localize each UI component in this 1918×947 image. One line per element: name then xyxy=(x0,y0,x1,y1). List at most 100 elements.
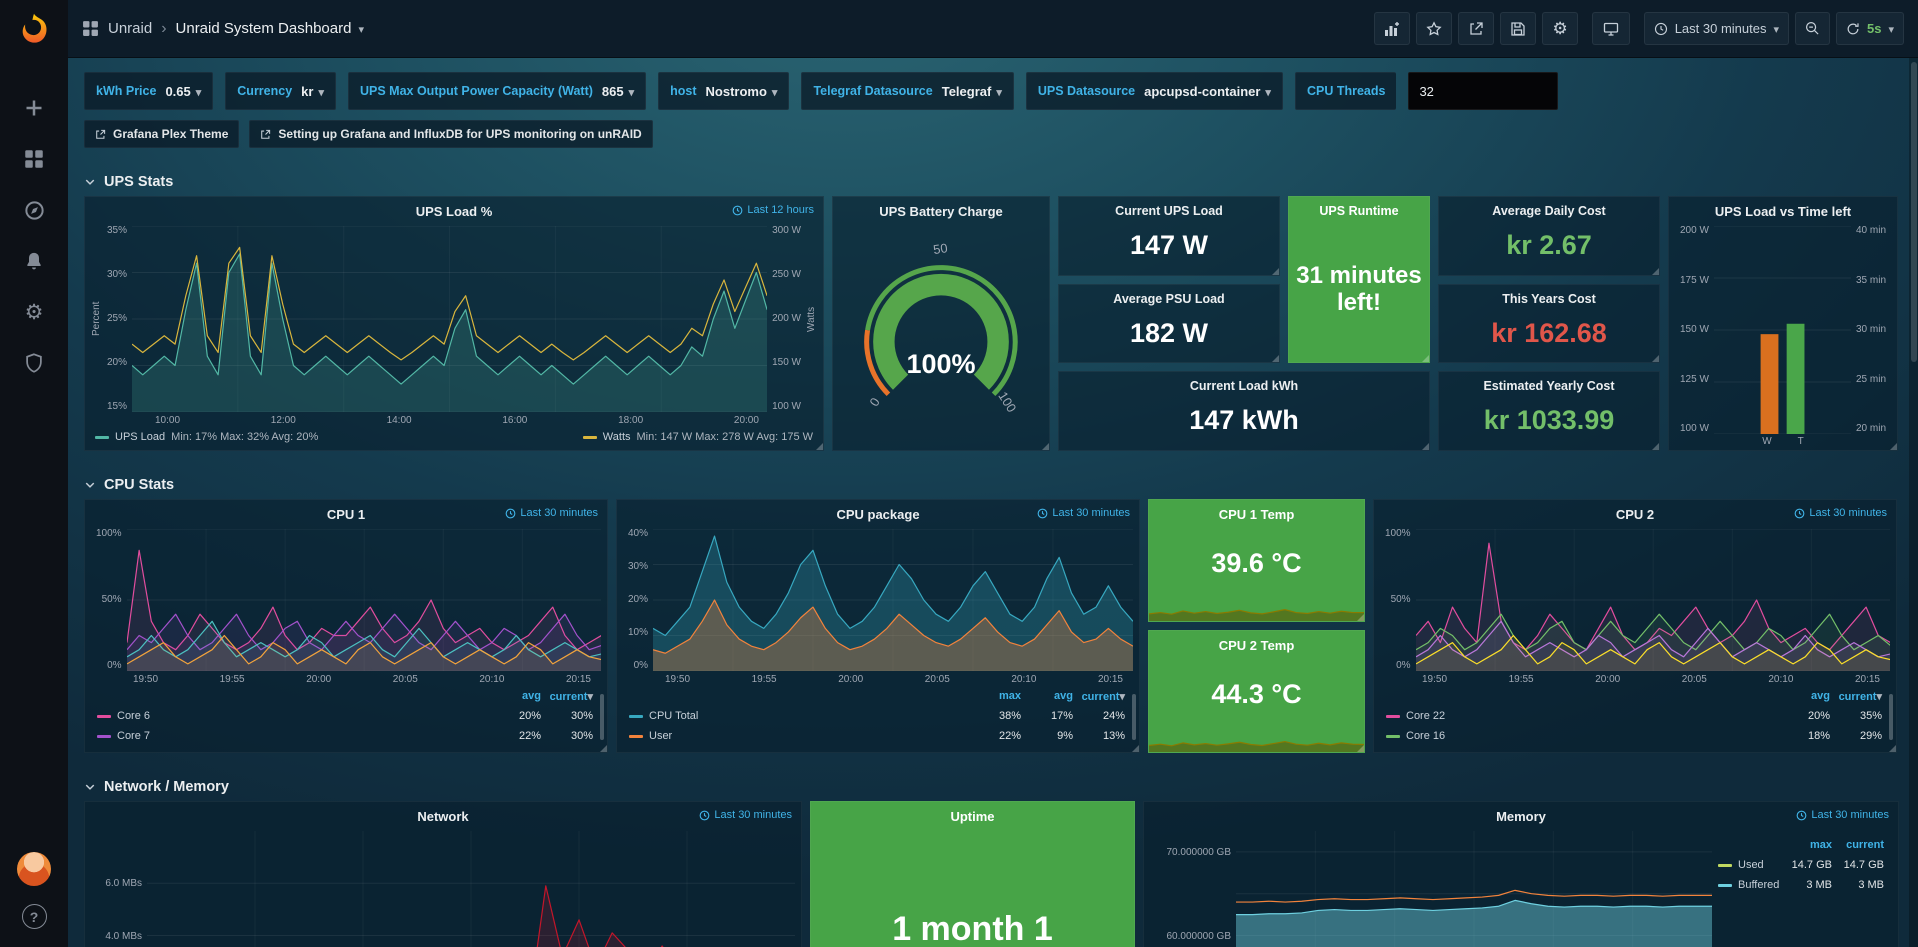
memory-plot[interactable] xyxy=(1236,831,1712,947)
stat-value: kr 1033.99 xyxy=(1439,396,1659,450)
row-header-network-memory[interactable]: Network / Memory xyxy=(84,779,1902,795)
configuration-gear-icon[interactable]: ⚙ xyxy=(22,300,46,324)
time-range-picker[interactable]: Last 30 minutes xyxy=(1644,12,1789,45)
stat-value: 1 month 1 xyxy=(811,827,1134,947)
cpu1-plot[interactable] xyxy=(127,529,601,671)
panel-actions-group: ⚙ xyxy=(1374,12,1577,45)
y-axis-left: 40%30%20%10%0% xyxy=(623,529,653,671)
panel-title[interactable]: Uptime xyxy=(811,802,1134,827)
alerting-bell-icon[interactable] xyxy=(22,249,46,273)
zoom-out-time-button[interactable] xyxy=(1795,12,1830,45)
breadcrumb-root[interactable]: Unraid xyxy=(108,20,152,37)
caret-down-icon xyxy=(1773,21,1779,36)
panel-title[interactable]: Current UPS Load xyxy=(1059,197,1279,221)
panel-ups-load-percent: UPS Load % Last 12 hours Percent 35%30%2… xyxy=(84,196,824,451)
chevron-down-icon xyxy=(84,781,96,793)
caret-down-icon xyxy=(1888,21,1894,36)
legend-entry[interactable]: Buffered xyxy=(1718,879,1780,891)
cpu2-temp-sparkline xyxy=(1149,726,1364,752)
panel-title[interactable]: This Years Cost xyxy=(1439,285,1659,309)
dashboard-title[interactable]: Unraid System Dashboard xyxy=(176,20,364,37)
panel-title[interactable]: Network xyxy=(85,802,801,827)
legend-entry[interactable]: User xyxy=(629,730,969,742)
legend-entry[interactable]: Core 16 xyxy=(1386,730,1778,742)
battery-gauge: 050100 100% xyxy=(841,226,1041,446)
y-axis-left: 70.000000 GB 60.000000 GB 50.000000 GB xyxy=(1150,831,1236,947)
legend-sort-current[interactable]: current xyxy=(541,690,593,703)
panel-title[interactable]: CPU 1 Temp xyxy=(1149,500,1364,525)
explore-compass-icon[interactable] xyxy=(22,198,46,222)
cpu-threads-input[interactable] xyxy=(1408,72,1558,110)
create-plus-icon[interactable] xyxy=(22,96,46,120)
legend-entry[interactable]: Core 6 xyxy=(97,710,489,722)
panel-cpu-1-temp: CPU 1 Temp 39.6 °C xyxy=(1148,499,1365,622)
x-axis: 19:5019:5520:0020:0520:1020:15 xyxy=(1374,671,1896,686)
link-ups-monitoring-guide[interactable]: Setting up Grafana and InfluxDB for UPS … xyxy=(249,120,652,148)
legend-entry[interactable]: UPS LoadMin: 17% Max: 32% Avg: 20% xyxy=(95,431,318,443)
caret-down-icon xyxy=(772,84,778,99)
share-icon xyxy=(1468,21,1484,37)
legend-scrollbar[interactable] xyxy=(1889,694,1893,740)
network-plot[interactable] xyxy=(147,831,795,947)
row-title: CPU Stats xyxy=(104,477,174,493)
legend-entry[interactable]: Core 22 xyxy=(1386,710,1778,722)
panel-cpu-package: CPU package Last 30 minutes 40%30%20%10%… xyxy=(616,499,1140,753)
panel-title[interactable]: UPS Runtime xyxy=(1289,197,1429,221)
save-dashboard-button[interactable] xyxy=(1500,12,1536,45)
variable-ups-datasource[interactable]: UPS Datasource apcupsd-container xyxy=(1026,72,1283,110)
legend-scrollbar[interactable] xyxy=(600,694,604,740)
panel-title[interactable]: Current Load kWh xyxy=(1059,372,1429,396)
caret-down-icon xyxy=(358,20,364,37)
legend-entry[interactable]: CPU Total xyxy=(629,710,969,722)
row-header-cpu-stats[interactable]: CPU Stats xyxy=(84,477,1902,493)
cpu2-plot[interactable] xyxy=(1416,529,1890,671)
sidebar-nav: ⚙ xyxy=(22,96,46,375)
panel-estimated-yearly-cost: Estimated Yearly Cost kr 1033.99 xyxy=(1438,371,1660,451)
dashboard-settings-button[interactable]: ⚙ xyxy=(1542,12,1577,45)
dashboards-grid-icon[interactable] xyxy=(22,147,46,171)
variable-host[interactable]: host Nostromo xyxy=(658,72,789,110)
help-icon[interactable]: ? xyxy=(22,904,47,929)
refresh-interval-label: 5s xyxy=(1867,21,1881,36)
variable-label: UPS Datasource xyxy=(1038,84,1135,98)
x-axis: 19:5019:5520:0020:0520:1020:15 xyxy=(85,671,607,686)
panel-title[interactable]: UPS Load % xyxy=(85,197,823,222)
panel-title[interactable]: Memory xyxy=(1144,802,1898,827)
add-panel-icon xyxy=(1384,21,1400,37)
legend-entry[interactable]: Core 7 xyxy=(97,730,489,742)
legend-entry[interactable]: WattsMin: 147 W Max: 278 W Avg: 175 W xyxy=(583,431,813,443)
panel-title[interactable]: Average Daily Cost xyxy=(1439,197,1659,221)
legend-row: CPU Total 38% 17% 24% xyxy=(629,706,1125,726)
ups-load-plot[interactable] xyxy=(132,226,767,412)
legend-entry[interactable]: Used xyxy=(1718,859,1780,871)
cycle-view-mode-button[interactable] xyxy=(1592,12,1630,45)
panel-ups-load-vs-time-left: UPS Load vs Time left 200 W175 W150 W125… xyxy=(1668,196,1898,451)
panel-title[interactable]: CPU 2 Temp xyxy=(1149,631,1364,656)
panel-title[interactable]: Average PSU Load xyxy=(1059,285,1279,309)
grafana-logo[interactable] xyxy=(13,10,55,52)
load-vs-time-plot[interactable] xyxy=(1714,226,1851,434)
panel-title[interactable]: UPS Battery Charge xyxy=(833,197,1049,222)
user-avatar[interactable] xyxy=(17,852,51,886)
star-dashboard-button[interactable] xyxy=(1416,12,1452,45)
add-panel-button[interactable] xyxy=(1374,12,1410,45)
panel-title[interactable]: UPS Load vs Time left xyxy=(1669,197,1897,222)
row-header-ups-stats[interactable]: UPS Stats xyxy=(84,174,1902,190)
legend-sort-current[interactable]: current xyxy=(1830,690,1882,703)
link-grafana-plex-theme[interactable]: Grafana Plex Theme xyxy=(84,120,239,148)
cpu-package-plot[interactable] xyxy=(653,529,1133,671)
variable-currency[interactable]: Currency kr xyxy=(225,72,336,110)
legend-scrollbar[interactable] xyxy=(1132,694,1136,740)
refresh-picker[interactable]: 5s xyxy=(1836,12,1904,45)
variable-ups-max-output[interactable]: UPS Max Output Power Capacity (Watt) 865 xyxy=(348,72,646,110)
panel-title[interactable]: Estimated Yearly Cost xyxy=(1439,372,1659,396)
variable-telegraf-datasource[interactable]: Telegraf Datasource Telegraf xyxy=(801,72,1013,110)
share-dashboard-button[interactable] xyxy=(1458,12,1494,45)
variable-kwh-price[interactable]: kWh Price 0.65 xyxy=(84,72,213,110)
chart-legend-table: max avg current CPU Total 38% 17% 24% Us… xyxy=(617,686,1139,752)
server-admin-shield-icon[interactable] xyxy=(22,351,46,375)
legend-sort-current[interactable]: current xyxy=(1073,690,1125,703)
caret-down-icon xyxy=(1119,690,1125,703)
scrollbar-thumb[interactable] xyxy=(1911,62,1917,362)
y-axis-name-left: Percent xyxy=(91,226,102,412)
